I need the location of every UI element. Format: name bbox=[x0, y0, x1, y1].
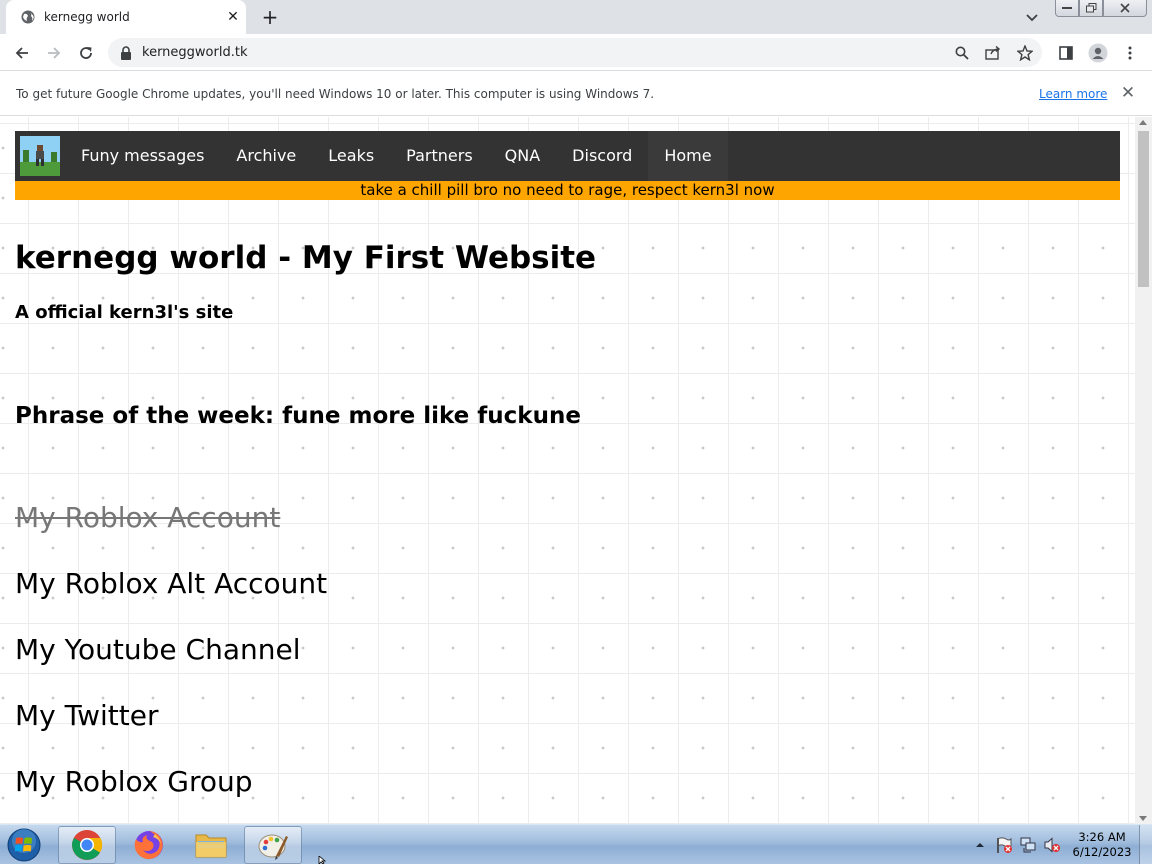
site-navbar: Funy messages Archive Leaks Partners QNA… bbox=[15, 131, 1120, 181]
site-logo-image[interactable] bbox=[20, 136, 60, 176]
arrow-right-icon bbox=[48, 47, 61, 59]
lock-icon[interactable] bbox=[120, 46, 132, 60]
chrome-icon bbox=[72, 830, 103, 860]
share-icon[interactable] bbox=[984, 44, 1002, 62]
reload-icon bbox=[80, 47, 92, 59]
globe-icon bbox=[21, 10, 35, 24]
window-controls bbox=[1055, 0, 1147, 18]
system-clock[interactable]: 3:26 AM 6/12/2023 bbox=[1070, 830, 1134, 860]
nav-link-funy-messages[interactable]: Funy messages bbox=[65, 131, 220, 181]
nav-link-discord[interactable]: Discord bbox=[556, 131, 648, 181]
phrase-of-the-week: Phrase of the week: fune more like fucku… bbox=[15, 403, 581, 429]
profile-avatar-icon[interactable] bbox=[1088, 43, 1108, 63]
infobar-message: To get future Google Chrome updates, you… bbox=[16, 87, 655, 101]
close-icon bbox=[1120, 3, 1130, 13]
show-hidden-icons-arrow[interactable] bbox=[970, 835, 990, 855]
page-subtitle: A official kern3l's site bbox=[15, 302, 234, 323]
minimize-icon bbox=[1062, 7, 1072, 9]
site-nav-links: Funy messages Archive Leaks Partners QNA… bbox=[65, 131, 728, 181]
firefox-icon bbox=[134, 831, 163, 859]
twitter-link[interactable]: My Twitter bbox=[15, 699, 158, 732]
learn-more-link[interactable]: Learn more bbox=[1039, 87, 1107, 101]
nav-link-archive[interactable]: Archive bbox=[220, 131, 312, 181]
paint-icon bbox=[258, 834, 288, 860]
reload-button[interactable] bbox=[74, 41, 98, 65]
nav-link-leaks[interactable]: Leaks bbox=[312, 131, 390, 181]
page-title: kernegg world - My First Website bbox=[15, 240, 597, 276]
action-center-flag[interactable] bbox=[994, 835, 1014, 855]
nav-link-qna[interactable]: QNA bbox=[489, 131, 557, 181]
youtube-channel-link[interactable]: My Youtube Channel bbox=[15, 633, 300, 666]
zoom-search-icon[interactable] bbox=[953, 44, 971, 62]
page-scrollbar[interactable] bbox=[1135, 117, 1152, 824]
arrow-left-icon bbox=[15, 47, 28, 59]
browser-tab[interactable]: kernegg world ✕ bbox=[6, 0, 246, 34]
nav-link-home[interactable]: Home bbox=[648, 131, 728, 181]
scroll-down-arrow-icon[interactable] bbox=[1139, 816, 1147, 821]
window-close-button[interactable] bbox=[1103, 0, 1147, 17]
chevron-up-icon bbox=[976, 843, 984, 847]
menu-kebab-icon[interactable] bbox=[1120, 43, 1140, 63]
taskbar-chrome[interactable] bbox=[58, 826, 116, 864]
windows-start-orb-icon bbox=[7, 828, 41, 862]
tab-title: kernegg world bbox=[44, 10, 130, 24]
taskbar-firefox[interactable] bbox=[120, 826, 178, 864]
back-button[interactable] bbox=[10, 41, 34, 65]
announcement-banner: take a chill pill bro no need to rage, r… bbox=[15, 181, 1120, 200]
new-tab-button[interactable]: + bbox=[259, 6, 281, 28]
explorer-folder-icon bbox=[195, 834, 227, 858]
roblox-group-link[interactable]: My Roblox Group bbox=[15, 765, 253, 798]
bookmark-star-icon[interactable] bbox=[1016, 44, 1034, 62]
chevron-down-icon[interactable] bbox=[1024, 9, 1040, 25]
clock-date: 6/12/2023 bbox=[1072, 845, 1132, 859]
flag-warning-icon bbox=[997, 837, 1012, 853]
network-icon bbox=[1020, 837, 1036, 853]
restore-icon bbox=[1085, 3, 1096, 13]
minimize-button[interactable] bbox=[1055, 0, 1079, 17]
scroll-up-arrow-icon[interactable] bbox=[1139, 120, 1147, 125]
show-desktop-button[interactable] bbox=[1139, 825, 1152, 864]
tab-close-icon[interactable]: ✕ bbox=[225, 9, 241, 25]
infobar-close-icon[interactable]: ✕ bbox=[1119, 84, 1137, 102]
forward-button[interactable] bbox=[42, 41, 66, 65]
browser-toolbar: kerneggworld.tk bbox=[0, 34, 1152, 71]
windows-taskbar: 3:26 AM 6/12/2023 bbox=[0, 824, 1152, 864]
restore-button[interactable] bbox=[1079, 0, 1103, 17]
side-panel-icon[interactable] bbox=[1056, 43, 1076, 63]
scrollbar-thumb[interactable] bbox=[1138, 131, 1149, 287]
roblox-account-link[interactable]: My Roblox Account bbox=[15, 501, 280, 534]
address-bar[interactable]: kerneggworld.tk bbox=[108, 38, 1042, 67]
update-infobar: To get future Google Chrome updates, you… bbox=[0, 72, 1152, 116]
tab-strip: kernegg world ✕ + bbox=[0, 0, 1152, 34]
network-tray[interactable] bbox=[1018, 835, 1038, 855]
volume-muted-icon bbox=[1044, 837, 1060, 853]
roblox-alt-account-link[interactable]: My Roblox Alt Account bbox=[15, 567, 327, 600]
taskbar-paint[interactable] bbox=[244, 826, 302, 864]
mouse-cursor-icon bbox=[318, 856, 327, 864]
start-button[interactable] bbox=[4, 826, 44, 864]
url-text[interactable]: kerneggworld.tk bbox=[142, 45, 247, 60]
clock-time: 3:26 AM bbox=[1078, 830, 1126, 844]
page-viewport: Funy messages Archive Leaks Partners QNA… bbox=[0, 117, 1135, 824]
nav-link-partners[interactable]: Partners bbox=[390, 131, 488, 181]
taskbar-explorer[interactable] bbox=[182, 826, 240, 864]
volume-tray[interactable] bbox=[1042, 835, 1062, 855]
